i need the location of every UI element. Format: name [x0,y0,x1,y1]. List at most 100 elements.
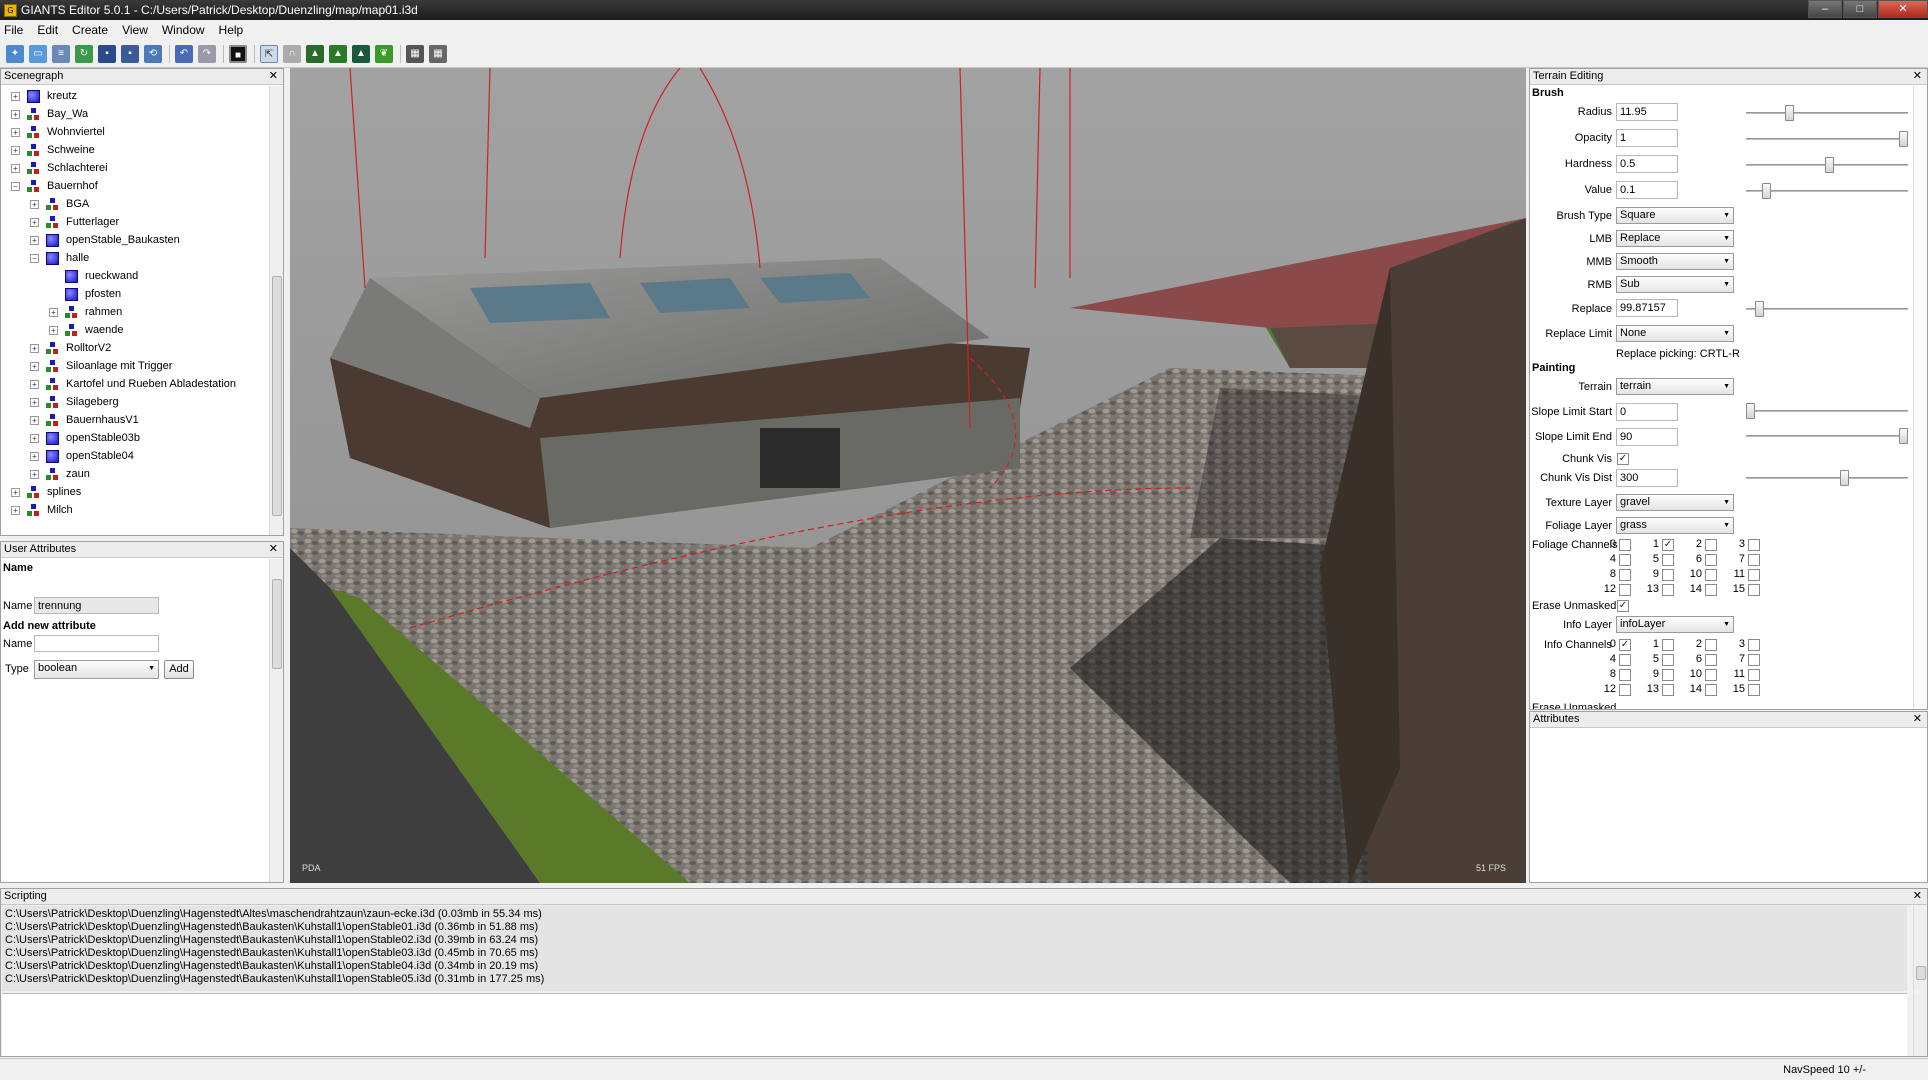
expand-icon[interactable]: + [11,128,20,137]
foliage-channel-checkbox[interactable] [1748,569,1760,581]
stop-icon[interactable]: ■ [229,44,247,63]
scenegraph-node[interactable]: + openStable04 [1,447,283,465]
3d-viewport[interactable]: PDA 51 FPS [290,68,1526,883]
new-icon[interactable]: ✦ [6,44,24,63]
save-icon[interactable]: ▪ [98,44,116,63]
scripting-input[interactable] [2,993,1907,1056]
slope-limit-end-handle[interactable] [1899,428,1908,444]
hardness-input[interactable]: 0.5 [1616,155,1678,173]
scripting-close-icon[interactable]: ✕ [1913,889,1922,904]
erase-unmasked-checkbox[interactable]: ✓ [1617,600,1629,612]
foliage-channel-checkbox[interactable] [1662,554,1674,566]
maximize-button[interactable]: □ [1843,0,1877,18]
menu-create[interactable]: Create [72,23,108,37]
scenegraph-node[interactable]: + Schlachterei [1,159,283,177]
move-icon[interactable]: ∩ [283,44,301,63]
info-channel-checkbox[interactable] [1705,639,1717,651]
opacity-slider[interactable] [1746,131,1908,147]
expand-icon[interactable]: + [11,146,20,155]
replace-slider-handle[interactable] [1755,301,1764,317]
value-slider-handle[interactable] [1762,183,1771,199]
attribute-type-select[interactable]: boolean [34,660,159,679]
select-icon[interactable]: ⇱ [260,44,278,63]
terrain-editing-close-icon[interactable]: ✕ [1913,69,1922,84]
menu-view[interactable]: View [122,23,148,37]
expand-icon[interactable]: + [30,236,39,245]
info-channel-checkbox[interactable]: ✓ [1619,639,1631,651]
replace-input[interactable]: 99.87157 [1616,299,1678,317]
menu-file[interactable]: File [4,23,23,37]
foliage-channel-checkbox[interactable] [1705,554,1717,566]
brush-type-select[interactable]: Square [1616,207,1734,224]
expand-icon[interactable]: + [49,308,58,317]
expand-icon[interactable]: + [11,488,20,497]
chunk-vis-dist-handle[interactable] [1840,470,1849,486]
opacity-slider-handle[interactable] [1899,131,1908,147]
expand-icon[interactable]: + [30,380,39,389]
close-window-button[interactable]: ✕ [1878,0,1928,18]
info-channel-checkbox[interactable] [1619,669,1631,681]
scripting-input-scrollbar[interactable] [1913,993,1927,1056]
info-channel-checkbox[interactable] [1748,684,1760,696]
scenegraph-scrollbar[interactable] [269,86,283,535]
expand-icon[interactable]: + [11,92,20,101]
add-attribute-button[interactable]: Add [164,660,194,679]
slope-limit-start-slider[interactable] [1746,403,1908,419]
foliage-channel-checkbox[interactable] [1748,539,1760,551]
radius-slider-handle[interactable] [1785,105,1794,121]
foliage-layer-select[interactable]: grass [1616,517,1734,534]
rmb-select[interactable]: Sub [1616,276,1734,293]
expand-icon[interactable]: + [11,110,20,119]
foliage-channel-checkbox[interactable] [1619,584,1631,596]
expand-icon[interactable]: + [11,164,20,173]
scenegraph-node[interactable]: + Schweine [1,141,283,159]
foliage-channel-checkbox[interactable] [1619,554,1631,566]
mmb-select[interactable]: Smooth [1616,253,1734,270]
scenegraph-node[interactable]: + Silageberg [1,393,283,411]
info-channel-checkbox[interactable] [1748,639,1760,651]
scenegraph-node[interactable]: − Bauernhof [1,177,283,195]
slope-limit-start-input[interactable]: 0 [1616,403,1678,421]
foliage-channel-checkbox[interactable] [1662,569,1674,581]
scenegraph-node[interactable]: + Milch [1,501,283,519]
redo-icon[interactable]: ↷ [198,44,216,63]
open-icon[interactable]: ▭ [29,44,47,63]
replace-limit-select[interactable]: None [1616,325,1734,342]
terrain-select[interactable]: terrain [1616,378,1734,395]
chunk-vis-checkbox[interactable]: ✓ [1617,453,1629,465]
expand-icon[interactable]: + [30,416,39,425]
scenegraph-node[interactable]: + Wohnviertel [1,123,283,141]
slope-limit-start-handle[interactable] [1746,403,1755,419]
info-channel-checkbox[interactable] [1662,639,1674,651]
info-channel-checkbox[interactable] [1662,669,1674,681]
info-channel-checkbox[interactable] [1619,654,1631,666]
refresh-icon[interactable]: ⟲ [144,44,162,63]
info-channel-checkbox[interactable] [1748,669,1760,681]
terrain-paint-icon[interactable]: ▲ [329,44,347,63]
expand-icon[interactable]: + [30,452,39,461]
foliage-channel-checkbox[interactable] [1619,569,1631,581]
user-attributes-close-icon[interactable]: ✕ [269,542,278,557]
info-layer-select[interactable]: infoLayer [1616,616,1734,633]
value-slider[interactable] [1746,183,1908,199]
scenegraph-scroll-thumb[interactable] [272,276,282,516]
scenegraph-node[interactable]: + kreutz [1,87,283,105]
scenegraph-node[interactable]: + openStable_Baukasten [1,231,283,249]
reload-icon[interactable]: ↻ [75,44,93,63]
chunk-vis-dist-slider[interactable] [1746,470,1908,486]
info-channel-checkbox[interactable] [1705,669,1717,681]
scenegraph-node[interactable]: + Bay_Wa [1,105,283,123]
chunk-vis-dist-input[interactable]: 300 [1616,469,1678,487]
terrain-smooth-icon[interactable]: ▲ [352,44,370,63]
scenegraph-node[interactable]: + Futterlager [1,213,283,231]
expand-icon[interactable]: + [30,434,39,443]
foliage-channel-checkbox[interactable] [1748,584,1760,596]
hardness-slider-handle[interactable] [1825,157,1834,173]
scripting-log-scroll-thumb[interactable] [1916,966,1926,980]
radius-slider[interactable] [1746,105,1908,121]
scenegraph-node[interactable]: − halle [1,249,283,267]
scenegraph-node[interactable]: pfosten [1,285,283,303]
scenegraph-node[interactable]: + zaun [1,465,283,483]
scenegraph-node[interactable]: + splines [1,483,283,501]
expand-icon[interactable]: + [30,200,39,209]
